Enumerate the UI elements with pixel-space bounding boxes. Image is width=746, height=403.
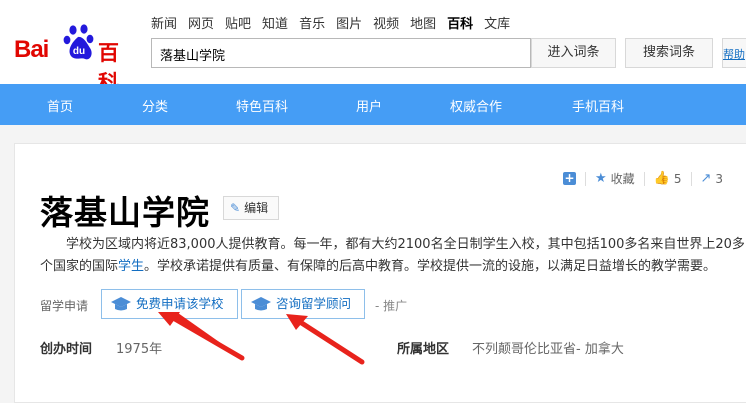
info-key-founded: 创办时间 xyxy=(40,342,93,357)
main-nav-users[interactable]: 用户 xyxy=(356,96,382,115)
entry-tools: + ★ 收藏 👍 5 ↗ 3 xyxy=(563,170,723,187)
nav-wenku[interactable]: 文库 xyxy=(484,13,510,32)
info-key-region: 所属地区 xyxy=(397,342,450,357)
divider xyxy=(643,171,645,186)
paw-icon: du xyxy=(63,24,94,60)
info-value-region: 不列颠哥伦比亚省- 加拿大 xyxy=(472,342,624,357)
free-apply-button[interactable]: 免费申请该学校 xyxy=(101,289,238,319)
consult-advisor-label: 咨询留学顾问 xyxy=(276,296,352,311)
free-apply-label: 免费申请该学校 xyxy=(136,296,224,311)
nav-zhidao[interactable]: 知道 xyxy=(262,13,288,32)
main-nav-category[interactable]: 分类 xyxy=(142,96,168,115)
nav-tieba[interactable]: 贴吧 xyxy=(225,13,251,32)
nav-web[interactable]: 网页 xyxy=(188,13,214,32)
search-input[interactable]: 落基山学院 xyxy=(151,38,531,68)
product-nav: 新闻 网页 贴吧 知道 音乐 图片 视频 地图 百科 文库 xyxy=(151,13,510,32)
nav-video[interactable]: 视频 xyxy=(373,13,399,32)
summary-text-b: 。学校承诺提供有质量、有保障的后高中教育。学校提供一流的设施，以满足日益增长的教… xyxy=(144,259,717,274)
search-entry-button[interactable]: 搜索词条 xyxy=(625,38,713,68)
main-nav-featured[interactable]: 特色百科 xyxy=(236,96,288,115)
pencil-icon: ✎ xyxy=(230,201,241,215)
share-icon[interactable]: ↗ xyxy=(701,171,712,186)
consult-advisor-button[interactable]: 咨询留学顾问 xyxy=(241,289,365,319)
entry-summary: 学校为区域内将近83,000人提供教育。每一年，都有大约2100名全日制学生入校… xyxy=(40,234,746,278)
nav-baike[interactable]: 百科 xyxy=(447,13,473,32)
summary-link-students[interactable]: 学生 xyxy=(118,259,144,274)
study-abroad-label: 留学申请 xyxy=(40,299,89,313)
main-nav-authority[interactable]: 权威合作 xyxy=(450,96,502,115)
add-icon[interactable]: + xyxy=(563,172,576,185)
graduation-cap-icon xyxy=(111,297,131,311)
nav-news[interactable]: 新闻 xyxy=(151,13,177,32)
graduation-cap-icon xyxy=(251,297,271,311)
header: Bai du 百科 新闻 网页 贴吧 知道 音乐 图片 视频 地图 百科 文库 … xyxy=(0,0,746,95)
divider xyxy=(690,171,692,186)
share-count: 3 xyxy=(715,171,724,186)
thumbs-up-icon[interactable]: 👍 xyxy=(654,171,670,186)
enter-entry-button[interactable]: 进入词条 xyxy=(531,38,616,68)
logo-text-bai: Bai xyxy=(14,36,49,63)
main-nav-mobile[interactable]: 手机百科 xyxy=(572,96,624,115)
edit-label: 编辑 xyxy=(244,201,269,215)
page-title: 落基山学院 xyxy=(40,193,210,232)
promo-label: - 推广 xyxy=(375,299,408,313)
main-nav-home[interactable]: 首页 xyxy=(47,96,73,115)
collect-label[interactable]: 收藏 xyxy=(611,170,635,187)
info-value-founded: 1975年 xyxy=(116,342,163,357)
star-icon[interactable]: ★ xyxy=(595,171,607,186)
logo-text-du: du xyxy=(73,46,85,57)
edit-button[interactable]: ✎ 编辑 xyxy=(223,196,279,220)
nav-music[interactable]: 音乐 xyxy=(299,13,325,32)
baidu-baike-logo[interactable]: Bai du 百科 xyxy=(14,24,132,95)
main-nav-bar: 首页 分类 特色百科 用户 权威合作 手机百科 xyxy=(0,84,746,125)
divider xyxy=(585,171,586,186)
nav-images[interactable]: 图片 xyxy=(336,13,362,32)
like-count: 5 xyxy=(673,171,682,186)
help-link[interactable]: 帮助 xyxy=(723,46,745,62)
nav-map[interactable]: 地图 xyxy=(410,13,436,32)
